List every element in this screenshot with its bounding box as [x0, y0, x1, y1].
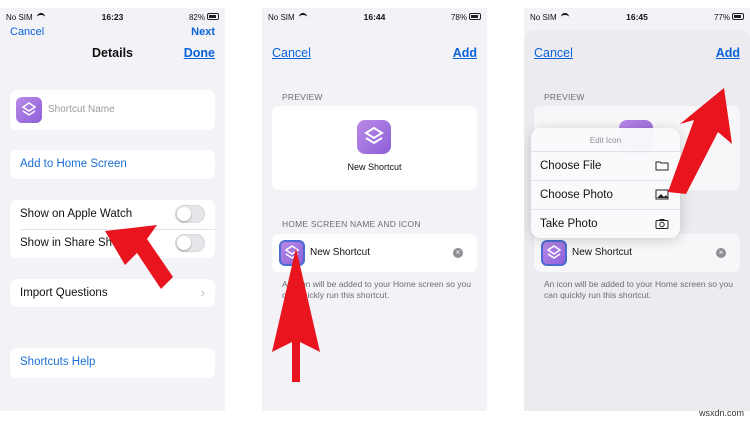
choose-photo-item[interactable]: Choose Photo: [531, 180, 680, 209]
choose-file-item[interactable]: Choose File: [531, 151, 680, 180]
battery-icon: [469, 13, 481, 20]
preview-shortcut-icon: [357, 120, 391, 154]
battery-percent: 77%: [713, 13, 730, 22]
details-navbar: Details Done: [0, 36, 225, 76]
home-screen-icon-button[interactable]: [541, 240, 567, 266]
preview-label: PREVIEW: [544, 92, 585, 102]
shortcuts-help-button[interactable]: Shortcuts Help: [10, 348, 215, 378]
clear-icon[interactable]: ×: [716, 248, 726, 258]
shortcut-name-field[interactable]: Shortcut Name: [10, 90, 215, 130]
add-button[interactable]: Add: [716, 46, 740, 60]
red-arrow-annotation: [105, 225, 173, 289]
add-to-home-screen-button[interactable]: Add to Home Screen: [10, 150, 215, 179]
add-navbar: Cancel Add: [262, 30, 487, 70]
home-screen-name-label: HOME SCREEN NAME AND ICON: [282, 219, 421, 229]
clear-icon[interactable]: ×: [453, 248, 463, 258]
shortcuts-help-label: Shortcuts Help: [20, 356, 96, 368]
preview-card: New Shortcut: [272, 106, 477, 190]
preview-label: PREVIEW: [282, 92, 323, 102]
shortcut-icon[interactable]: [16, 97, 42, 123]
edit-icon-menu-title: Edit Icon: [589, 136, 622, 145]
home-screen-note: An icon will be added to your Home scree…: [544, 279, 733, 300]
choose-photo-label: Choose Photo: [540, 189, 613, 201]
choose-file-label: Choose File: [540, 160, 602, 172]
status-bar: No SIM 16:44 78%: [262, 8, 487, 26]
watermark: wsxdn.com: [698, 408, 744, 418]
preview-name: New Shortcut: [347, 162, 402, 172]
cancel-button[interactable]: Cancel: [534, 46, 573, 60]
battery-percent: 78%: [450, 13, 467, 22]
screen-details: No SIM 16:23 82% Cancel Next Details Don…: [0, 8, 225, 411]
done-button[interactable]: Done: [184, 46, 215, 60]
add-to-home-screen-label: Add to Home Screen: [20, 158, 127, 170]
cancel-button[interactable]: Cancel: [272, 46, 311, 60]
screen-add-to-home: No SIM 16:44 78% Cancel Add PREVIEW New …: [262, 8, 487, 411]
red-arrow-annotation: [668, 88, 732, 194]
shortcut-name-placeholder: Shortcut Name: [48, 104, 115, 115]
home-screen-name-value: New Shortcut: [572, 247, 633, 258]
chevron-right-icon: ›: [200, 285, 205, 300]
screen-edit-icon: No SIM 16:45 77% Cancel Add PREVIEW New …: [524, 8, 750, 411]
edit-icon-menu: Edit Icon Choose File Choose Photo Take …: [531, 128, 680, 238]
take-photo-label: Take Photo: [540, 218, 598, 230]
camera-icon: [655, 219, 669, 229]
battery-icon: [732, 13, 744, 20]
take-photo-item[interactable]: Take Photo: [531, 209, 680, 238]
red-arrow-annotation: [272, 248, 320, 382]
add-navbar: Cancel Add: [524, 30, 750, 70]
status-bar: No SIM 16:45 77%: [524, 8, 750, 26]
battery-percent: 82%: [188, 13, 205, 22]
battery-icon: [207, 13, 219, 20]
home-screen-name-field[interactable]: New Shortcut ×: [534, 234, 740, 272]
status-bar: No SIM 16:23 82%: [0, 8, 225, 26]
add-button[interactable]: Add: [453, 46, 477, 60]
